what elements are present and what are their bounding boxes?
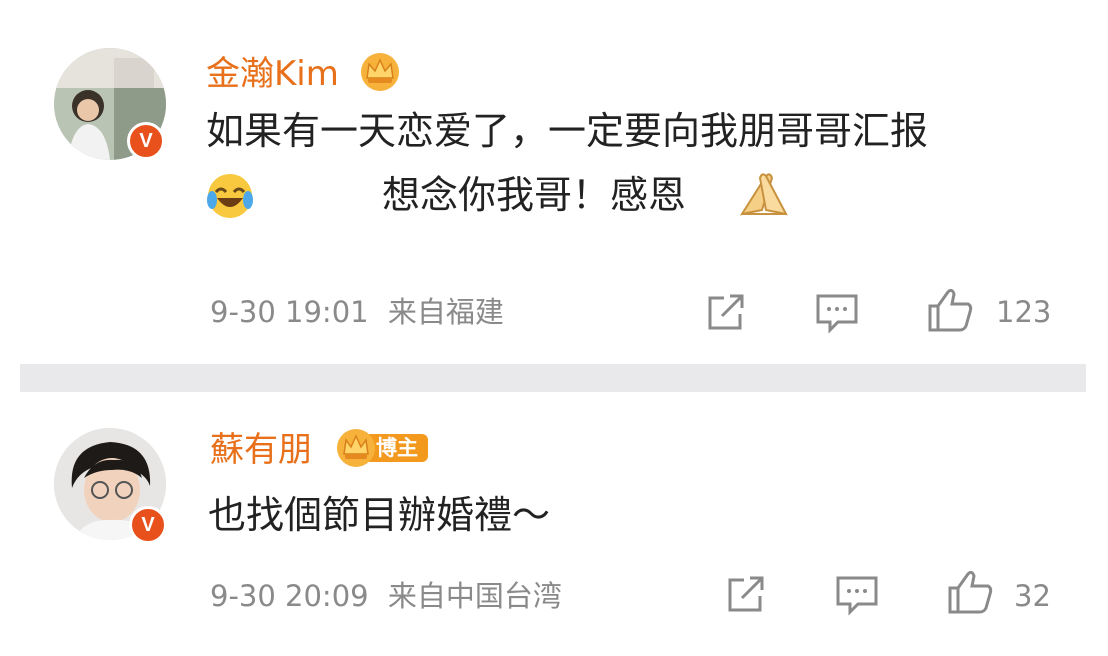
like-count: 32 [1014, 579, 1051, 613]
badge-label: 博主 [376, 436, 418, 460]
comment-text-line2: 想念你我哥！感恩 [382, 173, 687, 217]
share-icon[interactable] [724, 572, 768, 616]
timestamp: 9-30 19:01 [210, 295, 369, 329]
comment-text: 也找個節目辦婚禮～ [208, 493, 551, 537]
laugh-cry-emoji [207, 174, 253, 218]
verified-badge: V [127, 122, 165, 160]
divider [20, 364, 1086, 392]
like-count: 123 [996, 295, 1052, 329]
praying-hands-emoji [739, 173, 788, 216]
comment-time: 9-30 20:09 来自中国台湾 [210, 578, 562, 614]
comment-item: V 蘇有朋 博主 也找個節目辦婚禮～ 9-30 20:09 来自中国台湾 32 [0, 392, 1108, 656]
location: 来自福建 [387, 295, 504, 329]
comment-text: 如果有一天恋爱了，一定要向我朋哥哥汇报 [206, 109, 929, 153]
comment-item: V 金瀚Kim 如果有一天恋爱了，一定要向我朋哥哥汇报 想念你我哥！感恩 9-3… [0, 0, 1108, 364]
timestamp: 9-30 20:09 [210, 579, 369, 613]
username[interactable]: 金瀚Kim [206, 54, 339, 94]
comment-icon[interactable] [814, 290, 860, 334]
username[interactable]: 蘇有朋 [210, 430, 312, 470]
like-icon[interactable] [926, 286, 974, 334]
blogger-badge: 博主 [336, 426, 430, 468]
like-icon[interactable] [946, 568, 994, 616]
verified-badge: V [129, 506, 167, 544]
share-icon[interactable] [704, 290, 748, 334]
crown-icon [361, 53, 399, 91]
comment-icon[interactable] [834, 572, 880, 616]
comment-time: 9-30 19:01 来自福建 [210, 294, 504, 330]
location: 来自中国台湾 [387, 579, 562, 613]
